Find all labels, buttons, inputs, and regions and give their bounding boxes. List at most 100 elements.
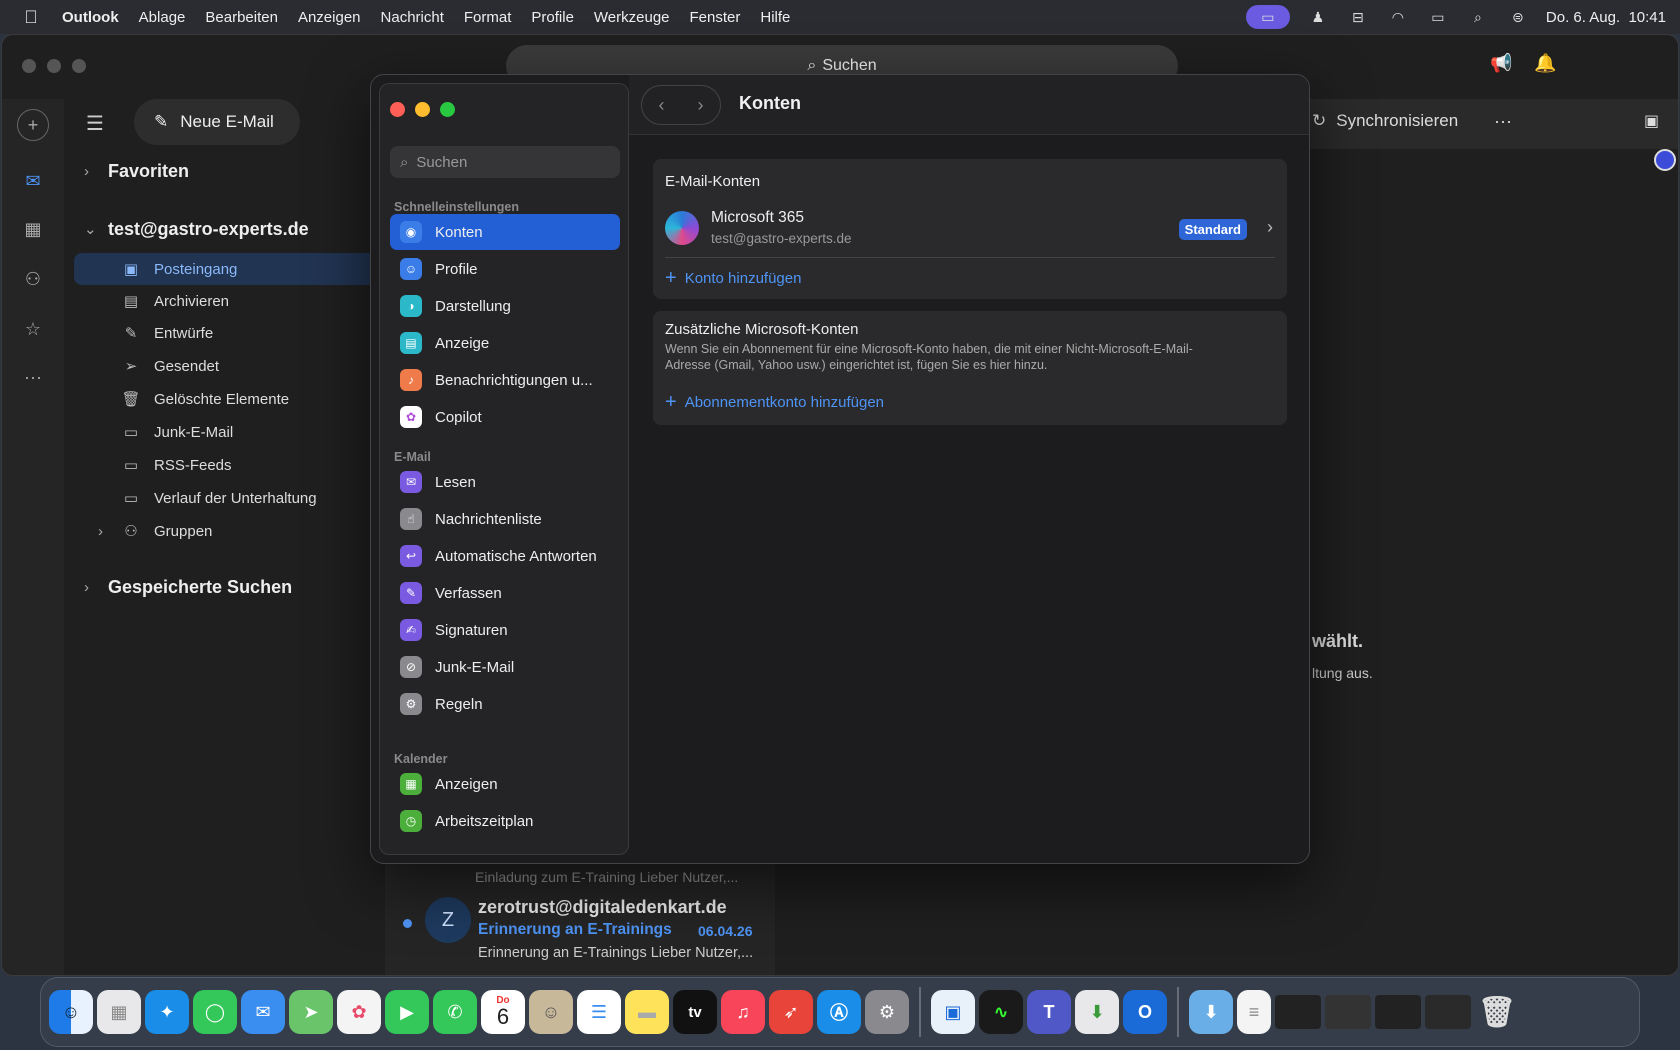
trash-icon[interactable]: 🗑: [1475, 990, 1519, 1034]
window-close-button[interactable]: [22, 59, 36, 73]
menu-fenster[interactable]: Fenster: [680, 9, 751, 26]
teams-app-icon[interactable]: T: [1027, 990, 1071, 1034]
more-options-icon[interactable]: ···: [1494, 111, 1512, 132]
people-icon[interactable]: ⚇: [17, 263, 49, 295]
folder-rss[interactable]: ▭ RSS-Feeds: [120, 449, 232, 481]
menubar-clock[interactable]: Do. 6. Aug. 10:41: [1546, 9, 1666, 26]
menu-anzeigen[interactable]: Anzeigen: [288, 9, 371, 26]
dialog-zoom-button[interactable]: [440, 102, 455, 117]
settings-item-signaturen[interactable]: ✍ Signaturen: [390, 612, 620, 648]
settings-search-input[interactable]: ⌕ Suchen: [390, 146, 620, 178]
installer-icon[interactable]: ⬇: [1075, 990, 1119, 1034]
dialog-minimize-button[interactable]: [415, 102, 430, 117]
reminders-icon[interactable]: ☰: [577, 990, 621, 1034]
launchpad-icon[interactable]: ▦: [97, 990, 141, 1034]
apple-tv-icon[interactable]: tv: [673, 990, 717, 1034]
spotlight-search-icon[interactable]: ⌕: [1466, 9, 1490, 25]
photos-icon[interactable]: ✿: [337, 990, 381, 1034]
settings-item-arbeitszeitplan[interactable]: ◷ Arbeitszeitplan: [390, 803, 620, 839]
add-account-link[interactable]: + Konto hinzufügen: [665, 267, 801, 290]
settings-item-regeln[interactable]: ⚙ Regeln: [390, 686, 620, 722]
mail-icon[interactable]: ✉: [17, 165, 49, 197]
system-settings-icon[interactable]: ⚙: [865, 990, 909, 1034]
window-thumbnail-icon[interactable]: [1375, 995, 1421, 1029]
add-icon[interactable]: +: [17, 109, 49, 141]
folder-geloeschte[interactable]: 🗑 Gelöschte Elemente: [120, 383, 289, 415]
settings-item-profile[interactable]: ☺ Profile: [390, 251, 620, 287]
message-row[interactable]: Z zerotrust@digitaledenkart.de Erinnerun…: [385, 889, 775, 973]
settings-item-nachrichtenliste[interactable]: ☝ Nachrichtenliste: [390, 501, 620, 537]
menu-format[interactable]: Format: [454, 9, 522, 26]
wifi-icon[interactable]: ◠: [1386, 9, 1410, 25]
remote-desktop-icon[interactable]: ▣: [931, 990, 975, 1034]
document-icon[interactable]: ≡: [1237, 990, 1271, 1034]
folder-archivieren[interactable]: ▤ Archivieren: [120, 285, 229, 317]
megaphone-icon[interactable]: 📢: [1490, 53, 1512, 74]
forward-chevron-icon[interactable]: ›: [698, 95, 704, 116]
teams-status-icon[interactable]: ♟: [1306, 9, 1330, 25]
account-row[interactable]: Microsoft 365 test@gastro-experts.de Sta…: [653, 207, 1287, 257]
account-header[interactable]: ⌄ test@gastro-experts.de: [84, 213, 309, 245]
more-apps-icon[interactable]: ···: [17, 361, 49, 393]
remote-control-icon[interactable]: ⊟: [1346, 9, 1370, 25]
activity-monitor-icon[interactable]: ∿: [979, 990, 1023, 1034]
settings-item-anzeige[interactable]: ▤ Anzeige: [390, 325, 620, 361]
outlook-app-icon[interactable]: O: [1123, 990, 1167, 1034]
facetime-icon[interactable]: ▶: [385, 990, 429, 1034]
settings-item-lesen[interactable]: ✉ Lesen: [390, 464, 620, 500]
window-thumbnail-icon[interactable]: [1425, 995, 1471, 1029]
mail-app-icon[interactable]: ✉: [241, 990, 285, 1034]
phone-icon[interactable]: ✆: [433, 990, 477, 1034]
panel-toggle-icon[interactable]: ▣: [1644, 111, 1659, 131]
rocket-app-icon[interactable]: ➶: [769, 990, 813, 1034]
app-store-icon[interactable]: Ⓐ: [817, 990, 861, 1034]
menu-app-outlook[interactable]: Outlook: [62, 9, 129, 26]
folder-posteingang[interactable]: ▣ Posteingang: [74, 253, 374, 285]
menu-werkzeuge[interactable]: Werkzeuge: [584, 9, 680, 26]
battery-icon[interactable]: ▭: [1426, 9, 1450, 25]
favorites-header[interactable]: › Favoriten: [84, 155, 189, 187]
menu-ablage[interactable]: Ablage: [129, 9, 196, 26]
notes-icon[interactable]: ▬: [625, 990, 669, 1034]
sync-button[interactable]: ↻ Synchronisieren: [1312, 111, 1458, 131]
folder-junk[interactable]: ▭ Junk-E-Mail: [120, 416, 233, 448]
window-zoom-button[interactable]: [72, 59, 86, 73]
new-mail-button[interactable]: ✎ Neue E-Mail: [134, 99, 300, 145]
back-chevron-icon[interactable]: ‹: [659, 95, 665, 116]
settings-item-automatische-antworten[interactable]: ↩ Automatische Antworten: [390, 538, 620, 574]
folder-verlauf[interactable]: ▭ Verlauf der Unterhaltung: [120, 482, 317, 514]
window-thumbnail-icon[interactable]: [1325, 995, 1371, 1029]
bell-icon[interactable]: 🔔: [1534, 53, 1556, 74]
messages-icon[interactable]: ◯: [193, 990, 237, 1034]
folder-gesendet[interactable]: ➢ Gesendet: [120, 350, 219, 382]
hamburger-menu-icon[interactable]: ☰: [86, 111, 104, 136]
apple-menu-icon[interactable]: : [0, 7, 62, 28]
star-icon[interactable]: ☆: [17, 313, 49, 345]
calendar-app-icon[interactable]: Do 6: [481, 990, 525, 1034]
screen-sharing-icon[interactable]: ▭: [1245, 5, 1290, 29]
music-icon[interactable]: ♫: [721, 990, 765, 1034]
settings-item-benachrichtigungen[interactable]: ♪ Benachrichtigungen u...: [390, 362, 620, 398]
menu-profile[interactable]: Profile: [521, 9, 584, 26]
calendar-icon[interactable]: ▦: [17, 213, 49, 245]
folder-entwuerfe[interactable]: ✎ Entwürfe: [120, 317, 214, 349]
contacts-icon[interactable]: ☺: [529, 990, 573, 1034]
settings-item-konten[interactable]: ◉ Konten: [390, 214, 620, 250]
downloads-folder-icon[interactable]: ⬇: [1189, 990, 1233, 1034]
finder-icon[interactable]: ☺: [49, 990, 93, 1034]
menu-bearbeiten[interactable]: Bearbeiten: [195, 9, 288, 26]
window-minimize-button[interactable]: [47, 59, 61, 73]
folder-gruppen[interactable]: › ⚇ Gruppen: [98, 515, 212, 547]
settings-item-kalender-anzeigen[interactable]: ▦ Anzeigen: [390, 766, 620, 802]
message-preview[interactable]: Einladung zum E-Training Lieber Nutzer,.…: [475, 869, 738, 885]
settings-item-verfassen[interactable]: ✎ Verfassen: [390, 575, 620, 611]
settings-item-copilot[interactable]: ✿ Copilot: [390, 399, 620, 435]
window-thumbnail-icon[interactable]: [1275, 995, 1321, 1029]
settings-item-darstellung[interactable]: ◑ Darstellung: [390, 288, 620, 324]
safari-icon[interactable]: ✦: [145, 990, 189, 1034]
maps-icon[interactable]: ➤: [289, 990, 333, 1034]
menu-hilfe[interactable]: Hilfe: [750, 9, 800, 26]
control-center-icon[interactable]: ⊜: [1506, 9, 1530, 25]
menu-nachricht[interactable]: Nachricht: [371, 9, 454, 26]
copilot-side-icon[interactable]: [1654, 149, 1676, 171]
